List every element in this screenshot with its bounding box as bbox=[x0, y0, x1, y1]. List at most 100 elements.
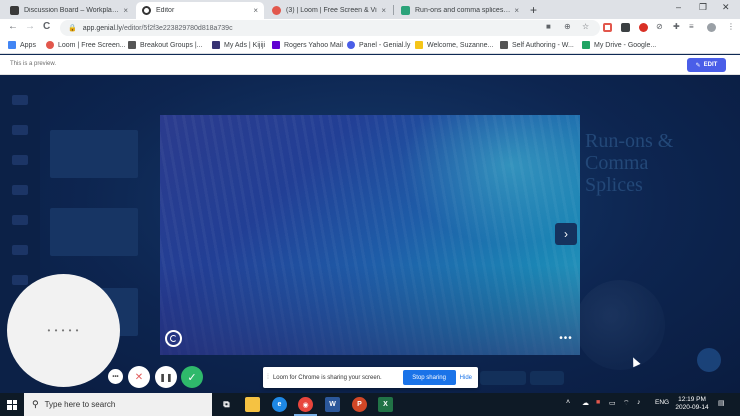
loom-favicon-icon bbox=[272, 6, 281, 15]
language-indicator[interactable]: ENG bbox=[655, 399, 669, 406]
slide-controls-ghost bbox=[480, 371, 526, 385]
camera-loading-dots: • • • • • bbox=[47, 326, 80, 335]
bookmark-google-drive[interactable]: My Drive - Google... bbox=[582, 41, 656, 49]
genially-favicon-icon bbox=[142, 6, 151, 15]
sharing-message: Loom for Chrome is sharing your screen. bbox=[272, 374, 382, 381]
tab-title: Discussion Board – Workplace W bbox=[24, 7, 120, 14]
maximize-button[interactable]: ❐ bbox=[699, 2, 707, 13]
loom-cancel-button[interactable]: ✕ bbox=[128, 366, 150, 388]
task-view-icon[interactable]: ⧉ bbox=[219, 397, 234, 412]
bookmark-label: Welcome, Suzanne... bbox=[427, 41, 494, 49]
ghost-slide-title: Run-ons & Comma Splices bbox=[585, 130, 673, 196]
back-button[interactable]: ← bbox=[8, 21, 18, 32]
cloud-icon[interactable]: ☁ bbox=[582, 399, 589, 407]
preview-message: This is a preview. bbox=[10, 61, 57, 67]
tray-chevron-icon[interactable]: ˄ bbox=[566, 399, 570, 406]
close-tab-icon[interactable]: × bbox=[123, 6, 128, 15]
bookmark-label: Breakout Groups |... bbox=[140, 41, 203, 49]
workplace-favicon-icon bbox=[10, 6, 19, 15]
bookmark-apps[interactable]: Apps bbox=[8, 41, 36, 49]
zoom-icon[interactable]: ⊕ bbox=[564, 22, 571, 31]
slide-thumbnail bbox=[50, 130, 138, 178]
more-options-button[interactable]: ••• bbox=[555, 330, 577, 346]
powerpoint-icon[interactable]: P bbox=[352, 397, 367, 412]
bookmark-kijiji[interactable]: My Ads | Kijiji bbox=[212, 41, 265, 49]
chevron-right-icon: › bbox=[564, 227, 568, 241]
genially-logo-icon[interactable] bbox=[165, 330, 182, 347]
bookmark-label: Loom | Free Screen... bbox=[58, 41, 126, 49]
system-clock[interactable]: 12:19 PM 2020-09-14 bbox=[674, 396, 710, 412]
block-icon[interactable]: ⊘ bbox=[656, 22, 663, 31]
tab-title: (3) | Loom | Free Screen & Vi bbox=[286, 7, 377, 14]
edit-button[interactable]: ✎ EDIT bbox=[687, 58, 726, 72]
taskbar-search-box[interactable]: ⚲ Type here to search bbox=[24, 393, 212, 416]
file-explorer-icon[interactable] bbox=[245, 397, 260, 412]
app-glyph: W bbox=[329, 401, 336, 408]
browser-toolbar: ← → C 🔒 app.genial.ly/editor/5f2f3e22382… bbox=[0, 19, 740, 37]
camera-icon[interactable]: ■ bbox=[546, 22, 551, 31]
start-button[interactable] bbox=[0, 393, 24, 416]
new-tab-button[interactable]: + bbox=[530, 3, 537, 17]
extension-icon[interactable] bbox=[621, 23, 630, 32]
loom-extension-icon[interactable] bbox=[603, 23, 612, 32]
loom-finish-button[interactable]: ✓ bbox=[181, 366, 203, 388]
address-bar[interactable]: 🔒 app.genial.ly/editor/5f2f3e223829780d8… bbox=[60, 20, 600, 36]
volume-icon[interactable]: ♪ bbox=[637, 399, 641, 406]
hide-button[interactable]: Hide bbox=[460, 375, 472, 381]
stop-sharing-button[interactable]: Stop sharing bbox=[402, 370, 456, 385]
chrome-icon[interactable]: ◉ bbox=[298, 397, 313, 412]
check-icon: ✓ bbox=[187, 371, 197, 384]
document-favicon-icon bbox=[401, 6, 410, 15]
pause-icon: ❚❚ bbox=[159, 372, 173, 382]
bookmark-label: Apps bbox=[20, 41, 36, 49]
tab-title: Run-ons and comma splices (exc bbox=[415, 7, 511, 14]
close-window-button[interactable]: ✕ bbox=[722, 2, 730, 13]
mail-icon bbox=[272, 41, 280, 49]
close-tab-icon[interactable]: × bbox=[514, 6, 519, 15]
clock-date: 2020-09-14 bbox=[675, 404, 709, 411]
drive-icon bbox=[582, 41, 590, 49]
folder-icon bbox=[415, 41, 423, 49]
loom-menu-button[interactable]: ••• bbox=[108, 369, 123, 384]
forward-button[interactable]: → bbox=[25, 21, 35, 32]
bookmark-label: Self Authoring - W... bbox=[512, 41, 574, 49]
minimize-button[interactable]: – bbox=[676, 2, 681, 12]
excel-icon[interactable]: X bbox=[378, 397, 393, 412]
bookmark-label: Panel - Genial.ly bbox=[359, 41, 411, 49]
bookmark-genially-panel[interactable]: Panel - Genial.ly bbox=[347, 41, 410, 49]
recording-extension-icon[interactable] bbox=[639, 23, 648, 32]
battery-icon[interactable]: ▭ bbox=[609, 399, 616, 407]
tab-run-ons[interactable]: Run-ons and comma splices (exc × bbox=[395, 2, 525, 19]
bookmark-star-icon[interactable]: ☆ bbox=[582, 22, 589, 31]
tab-loom[interactable]: (3) | Loom | Free Screen & Vi × bbox=[266, 2, 392, 19]
bookmark-loom[interactable]: Loom | Free Screen... bbox=[46, 41, 126, 49]
puzzle-icon[interactable]: ✚ bbox=[673, 22, 680, 31]
next-slide-button[interactable]: › bbox=[555, 223, 577, 245]
app-glyph: X bbox=[383, 401, 388, 408]
loom-pause-button[interactable]: ❚❚ bbox=[155, 366, 177, 388]
current-slide[interactable] bbox=[160, 115, 580, 355]
close-icon: ✕ bbox=[134, 371, 144, 383]
bookmark-welcome[interactable]: Welcome, Suzanne... bbox=[415, 41, 493, 49]
ghost-title-line: Splices bbox=[585, 174, 643, 196]
recording-tray-icon[interactable]: ■ bbox=[596, 399, 600, 406]
notifications-icon[interactable]: ▤ bbox=[718, 399, 725, 407]
drag-handle-icon[interactable]: ⁞ bbox=[267, 374, 269, 381]
tab-discussion-board[interactable]: Discussion Board – Workplace W × bbox=[4, 2, 134, 19]
bookmark-rogers-yahoo[interactable]: Rogers Yahoo Mail bbox=[272, 41, 343, 49]
reload-button[interactable]: C bbox=[43, 21, 50, 32]
menu-kebab-icon[interactable]: ⋮ bbox=[727, 22, 735, 31]
slide-shade bbox=[160, 265, 580, 355]
edge-icon[interactable]: e bbox=[272, 397, 287, 412]
word-icon[interactable]: W bbox=[325, 397, 340, 412]
profile-avatar-icon[interactable] bbox=[707, 23, 716, 32]
bookmark-breakout-groups[interactable]: Breakout Groups |... bbox=[128, 41, 203, 49]
tab-editor[interactable]: Editor × bbox=[136, 2, 264, 19]
preview-bar: This is a preview. ✎ EDIT bbox=[0, 55, 740, 75]
close-tab-icon[interactable]: × bbox=[381, 6, 386, 15]
loom-camera-bubble[interactable]: • • • • • bbox=[7, 274, 120, 387]
reading-list-icon[interactable]: ≡ bbox=[689, 22, 694, 31]
bookmark-self-authoring[interactable]: Self Authoring - W... bbox=[500, 41, 574, 49]
close-tab-icon[interactable]: × bbox=[253, 6, 258, 15]
network-icon[interactable]: ⌔ bbox=[623, 399, 630, 408]
